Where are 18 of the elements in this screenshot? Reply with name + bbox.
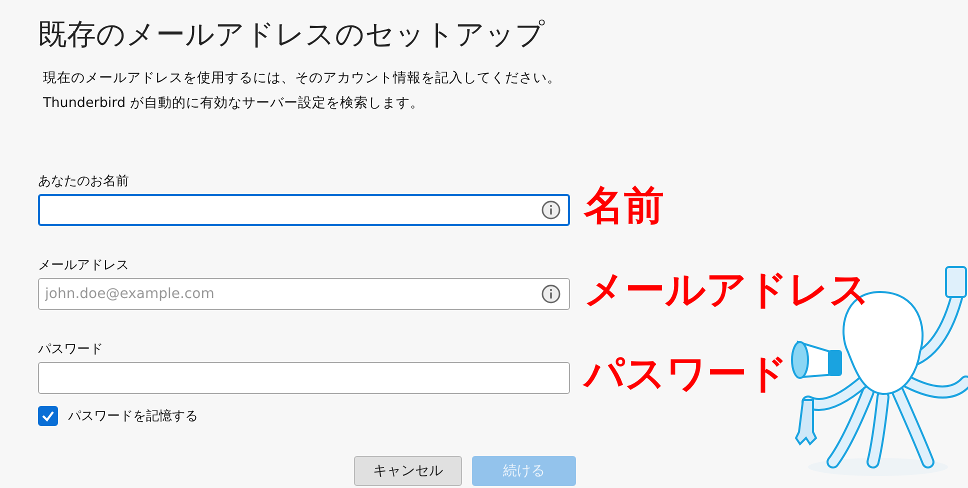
annotation-text: 名前: [584, 186, 665, 226]
field-label: パスワード: [38, 341, 104, 358]
page-title: 既存のメールアドレスのセットアップ: [38, 16, 546, 53]
annotation-text: メールアドレス: [584, 270, 871, 310]
info-icon[interactable]: [541, 200, 561, 220]
checkbox-label: パスワードを記憶する: [68, 408, 198, 425]
checkmark-icon: [41, 409, 55, 423]
description-text: 現在のメールアドレスを使用するには、そのアカウント情報を記入してください。: [43, 69, 562, 88]
description-text: Thunderbird が自動的に有効なサーバー設定を検索します。: [43, 94, 425, 113]
input-field[interactable]: john.doe@example.com: [38, 278, 570, 310]
field-label: あなたのお名前: [38, 173, 130, 190]
field-label: メールアドレス: [38, 257, 130, 274]
cancel-button[interactable]: キャンセル: [354, 456, 462, 486]
input-field[interactable]: [38, 362, 570, 394]
checkbox[interactable]: [38, 406, 58, 426]
info-icon[interactable]: [541, 284, 561, 304]
input-field[interactable]: [38, 194, 570, 226]
annotation-text: パスワード: [584, 354, 789, 394]
